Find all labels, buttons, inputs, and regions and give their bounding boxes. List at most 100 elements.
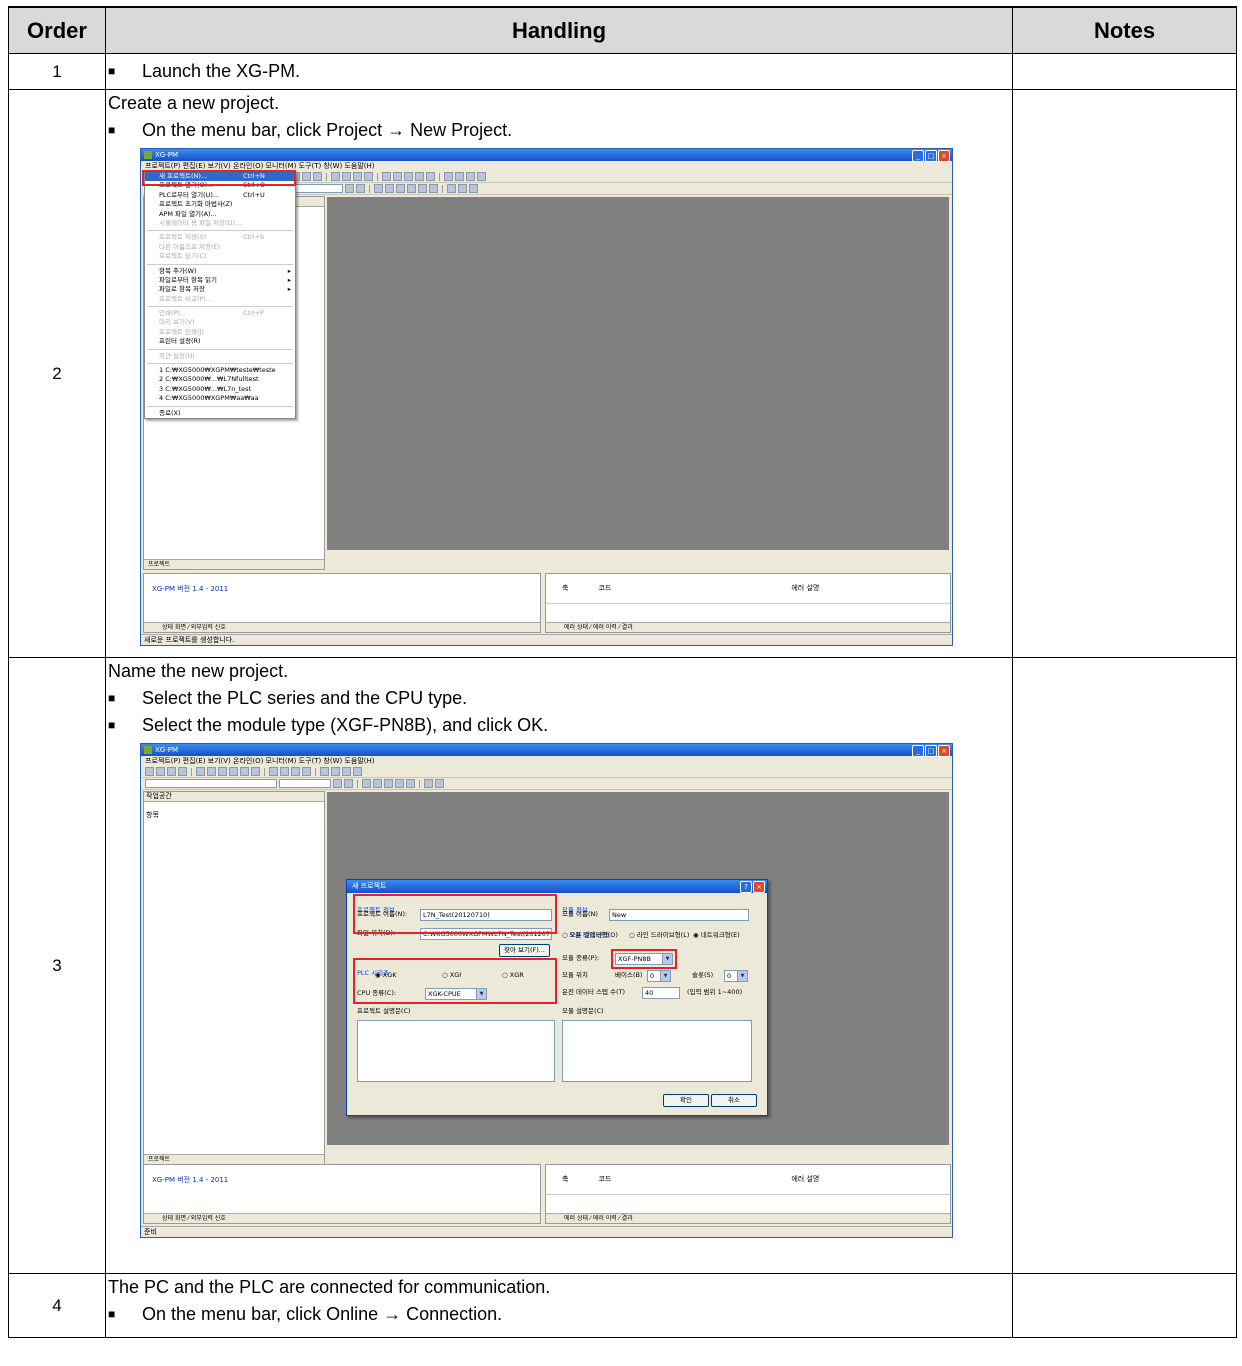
- menu-item-recent[interactable]: 2 C:₩XG5000₩...₩L7Nfulltest: [145, 375, 295, 384]
- menu-item[interactable]: 파일로부터 항목 읽기 ▸: [145, 276, 295, 285]
- toolbar-icon[interactable]: [320, 767, 329, 776]
- menu-item-recent[interactable]: 3 C:₩XG5000₩...₩L7n_test: [145, 385, 295, 394]
- ok-button[interactable]: 확인: [663, 1094, 709, 1107]
- toolbar-icon[interactable]: [291, 767, 300, 776]
- toolbar-icon[interactable]: [455, 172, 464, 181]
- menu-item[interactable]: PLC로부터 열기(U)... Ctrl+U: [145, 191, 295, 200]
- toolbar-icon[interactable]: [396, 184, 405, 193]
- toolbar-icon[interactable]: [429, 184, 438, 193]
- minimize-icon[interactable]: _: [912, 150, 924, 162]
- toolbar-icon[interactable]: [345, 184, 354, 193]
- toolbar-icon[interactable]: [344, 779, 353, 788]
- menu-item[interactable]: 프로젝트 초기화 마법사(Z): [145, 200, 295, 209]
- toolbar-icon[interactable]: [333, 779, 342, 788]
- module-desc-textarea[interactable]: [562, 1020, 752, 1082]
- notes-cell: [1012, 53, 1237, 90]
- toolbar-icon[interactable]: [364, 172, 373, 181]
- module-radio-open-collector[interactable]: ○ 오픈 컬렉터형(O): [562, 930, 618, 940]
- toolbar-icon[interactable]: [342, 172, 351, 181]
- steps-input[interactable]: 40: [642, 987, 680, 999]
- slot-select[interactable]: 0 ▼: [724, 970, 748, 982]
- toolbar-icon[interactable]: [331, 767, 340, 776]
- workspace-tab[interactable]: 프로젝트: [144, 559, 324, 569]
- base-select[interactable]: 0 ▼: [647, 970, 671, 982]
- toolbar-icon[interactable]: [407, 184, 416, 193]
- output-tabs[interactable]: 상태 화면 ⁄ 외부입력 신호: [144, 1213, 540, 1223]
- toolbar-icon[interactable]: [447, 184, 456, 193]
- table-row: 3 Name the new project. ■ Select the PLC …: [8, 657, 1237, 1274]
- toolbar-icon[interactable]: [356, 184, 365, 193]
- menubar[interactable]: 프로젝트(P) 편집(E) 보기(V) 온라인(O) 모니터(M) 도구(T) …: [141, 756, 952, 766]
- toolbar-icon[interactable]: [178, 767, 187, 776]
- maximize-icon[interactable]: □: [925, 150, 937, 162]
- toolbar-icon[interactable]: [477, 172, 486, 181]
- output-tabs[interactable]: 상태 화면 ⁄ 외부입력 신호: [144, 622, 540, 632]
- toolbar-icon[interactable]: [393, 172, 402, 181]
- toolbar-icon[interactable]: [269, 767, 278, 776]
- toolbar-icon[interactable]: [395, 779, 404, 788]
- toolbar-icon[interactable]: [406, 779, 415, 788]
- menu-item[interactable]: APM 파일 열기(A)...: [145, 210, 295, 219]
- error-tabs[interactable]: 에러 상태 ⁄ 에러 이력 ⁄ 결과: [546, 1213, 950, 1223]
- bullet-text: Launch the XG-PM.: [142, 61, 301, 81]
- toolbar-icon[interactable]: [466, 172, 475, 181]
- toolbar-icon[interactable]: [404, 172, 413, 181]
- toolbar-icon[interactable]: [331, 172, 340, 181]
- toolbar-icon[interactable]: [196, 767, 205, 776]
- toolbar-icon[interactable]: [229, 767, 238, 776]
- project-desc-textarea[interactable]: [357, 1020, 555, 1082]
- toolbar-icon[interactable]: [415, 172, 424, 181]
- toolbar-icon[interactable]: [218, 767, 227, 776]
- toolbar-icon[interactable]: [362, 779, 371, 788]
- module-name-input[interactable]: New: [609, 909, 749, 921]
- toolbar-icon[interactable]: [418, 184, 427, 193]
- workspace-item[interactable]: 항목: [144, 802, 324, 829]
- toolbar-icon[interactable]: [444, 172, 453, 181]
- module-radio-network[interactable]: ◉ 네트워크형(E): [693, 930, 740, 940]
- toolbar-icon[interactable]: [156, 767, 165, 776]
- toolbar-icon[interactable]: [374, 184, 383, 193]
- toolbar-icon[interactable]: [382, 172, 391, 181]
- slot-label: 슬롯(S): [692, 971, 714, 979]
- minimize-icon[interactable]: _: [912, 745, 924, 757]
- toolbar-icon[interactable]: [302, 172, 311, 181]
- toolbar-icon[interactable]: [424, 779, 433, 788]
- close-icon[interactable]: ×: [938, 745, 950, 757]
- toolbar-icon[interactable]: [435, 779, 444, 788]
- toolbar-icon[interactable]: [240, 767, 249, 776]
- cancel-button[interactable]: 취소: [711, 1094, 757, 1107]
- toolbar-icon[interactable]: [373, 779, 382, 788]
- toolbar-combo[interactable]: [279, 779, 331, 788]
- menu-item-recent[interactable]: 1 C:₩XG5000₩XGPM₩teste₩teste: [145, 366, 295, 375]
- menu-item[interactable]: 항목 추가(W) ▸: [145, 267, 295, 276]
- workspace-tab[interactable]: 프로젝트: [144, 1154, 324, 1164]
- toolbar-icon[interactable]: [353, 172, 362, 181]
- toolbar-icon[interactable]: [145, 767, 154, 776]
- toolbar-icon[interactable]: [302, 767, 311, 776]
- toolbar-icon[interactable]: [207, 767, 216, 776]
- toolbar-icon[interactable]: [426, 172, 435, 181]
- close-icon[interactable]: ×: [753, 881, 765, 893]
- toolbar-icon[interactable]: [342, 767, 351, 776]
- toolbar-icon[interactable]: [384, 779, 393, 788]
- toolbar-icon[interactable]: [458, 184, 467, 193]
- menu-item[interactable]: 프린터 설정(R): [145, 337, 295, 346]
- toolbar-icon[interactable]: [385, 184, 394, 193]
- module-radio-line-driver[interactable]: ○ 라인 드라이브형(L): [629, 930, 689, 940]
- toolbar-icon[interactable]: [469, 184, 478, 193]
- browse-button[interactable]: 찾아 보기(F)...: [499, 944, 550, 957]
- menu-item[interactable]: 파일로 항목 저장 ▸: [145, 285, 295, 294]
- toolbar-icon[interactable]: [313, 172, 322, 181]
- toolbar-icon[interactable]: [167, 767, 176, 776]
- close-icon[interactable]: ×: [938, 150, 950, 162]
- menu-item-exit[interactable]: 종료(X): [145, 409, 295, 418]
- error-tabs[interactable]: 에러 상태 ⁄ 에러 이력 ⁄ 결과: [546, 622, 950, 632]
- toolbar-combo[interactable]: [145, 779, 277, 788]
- toolbar-icon[interactable]: [353, 767, 362, 776]
- help-icon[interactable]: ?: [740, 881, 752, 893]
- toolbar-icon[interactable]: [280, 767, 289, 776]
- maximize-icon[interactable]: □: [925, 745, 937, 757]
- menu-item-recent[interactable]: 4 C:₩XG5000₩XGPM₩aa₩aa: [145, 394, 295, 403]
- toolbar-combo[interactable]: [291, 184, 343, 193]
- toolbar-icon[interactable]: [251, 767, 260, 776]
